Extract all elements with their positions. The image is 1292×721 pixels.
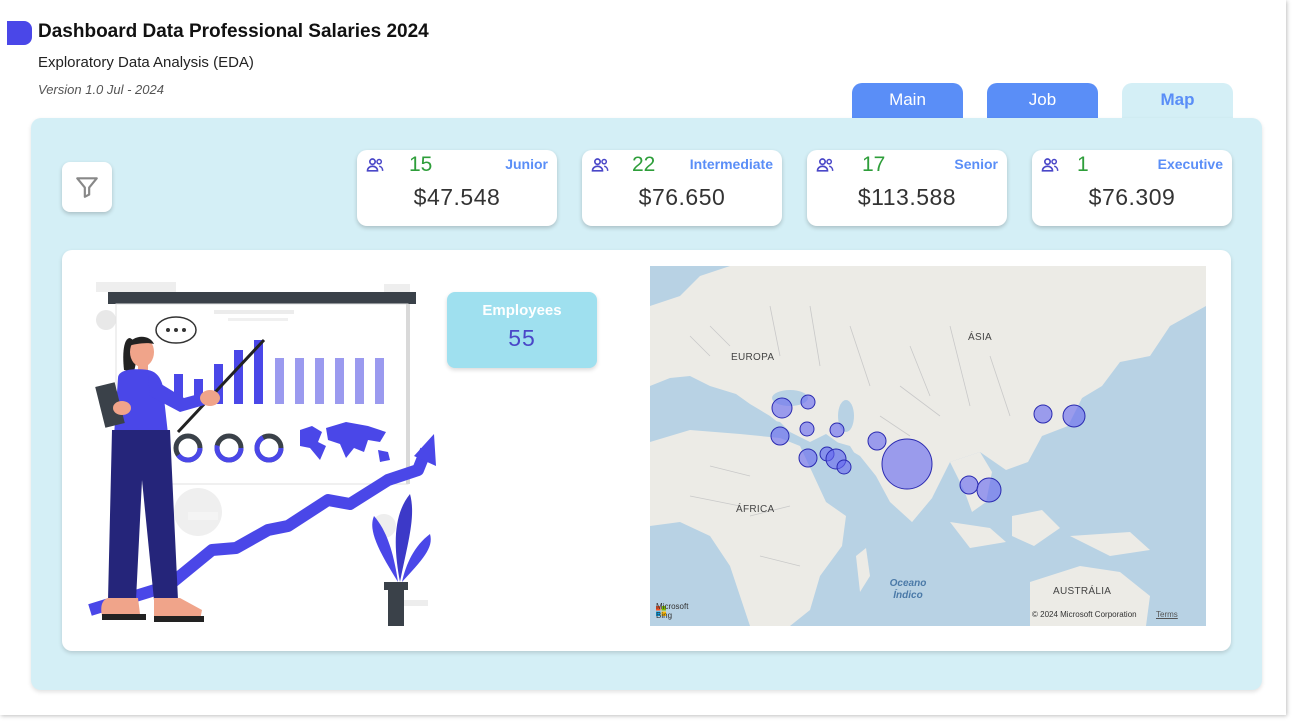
employees-label: Employees [482, 302, 562, 319]
brand-mark [7, 21, 32, 45]
kpi-salary: $113.588 [857, 184, 957, 210]
kpi-count: 17 [862, 153, 886, 176]
map-bubble[interactable] [770, 426, 790, 446]
map-bubble[interactable] [1062, 404, 1086, 428]
map-bubble[interactable] [881, 438, 933, 490]
map-bubble[interactable] [1033, 404, 1053, 424]
map-bubble[interactable] [800, 394, 816, 410]
bing-logo: Microsoft Bing [656, 602, 688, 620]
kpi-count: 15 [409, 153, 433, 176]
map-bubble[interactable] [976, 477, 1002, 503]
kpi-card-senior: 17 Senior $113.588 [807, 150, 1007, 226]
filter-button[interactable] [62, 162, 112, 212]
page-subtitle: Exploratory Data Analysis (EDA) [38, 54, 254, 71]
map-copyright: © 2024 Microsoft Corporation [1032, 610, 1137, 619]
salary-map[interactable]: EUROPA ÁSIA ÁFRICA AUSTRÁLIA Oceano Índi… [650, 266, 1206, 626]
map-bubble[interactable] [867, 431, 887, 451]
presentation-illustration [88, 282, 436, 626]
employees-value: 55 [508, 325, 536, 351]
kpi-count: 22 [632, 153, 656, 176]
page-title: Dashboard Data Professional Salaries 202… [38, 21, 429, 42]
map-bubble[interactable] [799, 421, 815, 437]
kpi-level: Senior [954, 156, 998, 172]
tab-main[interactable]: Main [852, 83, 963, 119]
kpi-count: 1 [1077, 153, 1089, 176]
employees-card: Employees 55 [447, 292, 597, 368]
bubble-layer [770, 394, 1086, 503]
map-bubble[interactable] [829, 422, 845, 438]
kpi-level: Intermediate [689, 156, 773, 172]
map-terms-link[interactable]: Terms [1156, 610, 1178, 619]
kpi-level: Junior [505, 156, 548, 172]
kpi-card-executive: 1 Executive $76.309 [1032, 150, 1232, 226]
people-icon [1041, 158, 1059, 172]
kpi-card-junior: 15 Junior $47.548 [357, 150, 557, 226]
map-bubble[interactable] [771, 397, 793, 419]
people-icon [591, 158, 609, 172]
version-label: Version 1.0 Jul - 2024 [38, 82, 164, 97]
filter-icon [76, 177, 98, 198]
kpi-card-intermediate: 22 Intermediate $76.650 [582, 150, 782, 226]
people-icon [816, 158, 834, 172]
tab-map[interactable]: Map [1122, 83, 1233, 119]
map-provider: Microsoft Bing [656, 602, 689, 620]
map-bubble[interactable] [798, 448, 818, 468]
kpi-salary: $47.548 [413, 184, 501, 210]
kpi-salary: $76.309 [1088, 184, 1176, 210]
kpi-salary: $76.650 [638, 184, 726, 210]
map-bubble[interactable] [959, 475, 979, 495]
people-icon [366, 158, 384, 172]
kpi-level: Executive [1157, 156, 1223, 172]
tab-job[interactable]: Job [987, 83, 1098, 119]
map-bubble[interactable] [836, 459, 852, 475]
